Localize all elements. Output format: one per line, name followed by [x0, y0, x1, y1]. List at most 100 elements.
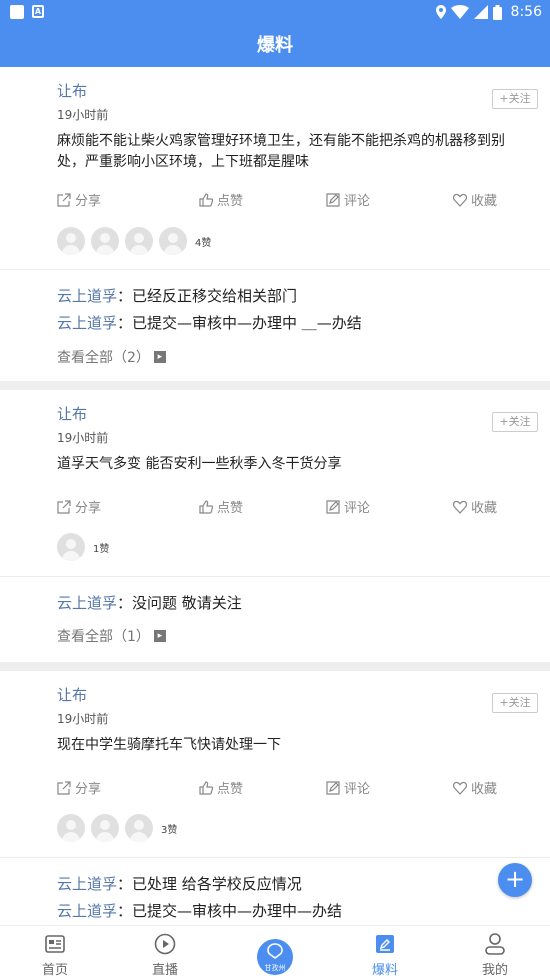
tab-label: 首页: [41, 963, 68, 978]
reply-author[interactable]: 云上道孚: [57, 875, 117, 893]
follow-button[interactable]: +关注: [492, 89, 538, 109]
user-icon: [485, 933, 505, 955]
comment-button[interactable]: 评论: [326, 190, 370, 209]
play-icon: [154, 933, 176, 955]
tab-mine[interactable]: 我的: [455, 932, 535, 978]
reply-author[interactable]: 云上道孚: [57, 287, 117, 305]
favorite-button[interactable]: 收藏: [453, 190, 497, 209]
wifi-icon: [450, 5, 469, 19]
like-label: 点赞: [217, 194, 244, 209]
likes-count: 3赞: [161, 824, 178, 836]
thumbs-up-icon: [199, 780, 213, 795]
post-time: 19小时前: [57, 712, 109, 726]
view-all-label: 查看全部（1）: [57, 629, 150, 645]
share-button[interactable]: 分享: [57, 497, 101, 516]
home-news-icon: [45, 935, 65, 953]
liker-avatars-2: 1赞: [57, 533, 109, 561]
avatar[interactable]: [159, 227, 187, 255]
reply-item: 云上道孚：已提交—审核中—办理中 ＿—办结: [57, 314, 362, 332]
section-gap: [0, 381, 550, 390]
location-icon: [435, 5, 446, 19]
post-content: 现在中学生骑摩托车飞快请处理一下: [57, 737, 281, 753]
avatar[interactable]: [125, 814, 153, 842]
divider: [0, 269, 550, 270]
avatar[interactable]: [57, 227, 85, 255]
share-button[interactable]: 分享: [57, 190, 101, 209]
reply-author[interactable]: 云上道孚: [57, 902, 117, 920]
avatar[interactable]: [125, 227, 153, 255]
tab-home[interactable]: 首页: [15, 932, 95, 978]
avatar[interactable]: [91, 227, 119, 255]
post-content: 道孚天气多变 能否安利一些秋季入冬干货分享: [57, 456, 342, 472]
like-label: 点赞: [217, 782, 244, 797]
avatar[interactable]: [57, 533, 85, 561]
battery-icon: [492, 4, 502, 20]
post-card[interactable]: 让布 19小时前 +关注 麻烦能不能让柴火鸡家管理好环境卫生，还有能不能把杀鸡的…: [0, 67, 550, 381]
post-author[interactable]: 让布: [57, 684, 87, 705]
reply-text: 已经反正移交给相关部门: [132, 287, 298, 305]
avatar[interactable]: [57, 814, 85, 842]
center-logo-icon: [267, 943, 283, 959]
follow-button[interactable]: +关注: [492, 693, 538, 713]
post-time: 19小时前: [57, 108, 109, 122]
view-all-replies[interactable]: 查看全部（2） ▸: [57, 347, 166, 367]
page-title: 爆料: [0, 24, 550, 67]
signal-icon: [473, 5, 488, 19]
reply-item: 云上道孚：已处理 给各学校反应情况: [57, 875, 302, 893]
reply-author[interactable]: 云上道孚: [57, 314, 117, 332]
reply-author[interactable]: 云上道孚: [57, 594, 117, 612]
heart-icon: [453, 193, 467, 207]
comment-button[interactable]: 评论: [326, 778, 370, 797]
comment-edit-icon: [326, 192, 340, 207]
feed-list[interactable]: 让布 19小时前 +关注 麻烦能不能让柴火鸡家管理好环境卫生，还有能不能把杀鸡的…: [0, 67, 550, 925]
post-author[interactable]: 让布: [57, 403, 87, 424]
thumbs-up-icon: [199, 499, 213, 514]
app-notification-icon: A: [32, 5, 44, 18]
avatar[interactable]: [91, 814, 119, 842]
heart-icon: [453, 781, 467, 795]
post-card[interactable]: 让布 19小时前 +关注 道孚天气多变 能否安利一些秋季入冬干货分享 分享 点赞…: [0, 390, 550, 662]
status-bar: A 8:56: [0, 0, 550, 24]
reply-text: 没问题 敬请关注: [132, 594, 242, 612]
comment-edit-icon: [326, 499, 340, 514]
post-author[interactable]: 让布: [57, 80, 87, 101]
liker-avatars: 3赞: [57, 814, 177, 842]
divider: [0, 857, 550, 858]
favorite-button[interactable]: 收藏: [453, 778, 497, 797]
favorite-label: 收藏: [471, 782, 498, 797]
reply-item: 云上道孚：没问题 敬请关注: [57, 594, 242, 612]
share-icon: [57, 499, 71, 514]
view-all-label: 查看全部（2）: [57, 350, 150, 366]
like-label: 点赞: [217, 501, 244, 516]
post-content: 麻烦能不能让柴火鸡家管理好环境卫生，还有能不能把杀鸡的机器移到别处，严重影响小区…: [57, 133, 505, 170]
view-all-replies[interactable]: 查看全部（1） ▸: [57, 626, 166, 646]
like-button[interactable]: 点赞: [199, 497, 243, 516]
tab-report[interactable]: 爆料: [345, 932, 425, 978]
section-gap: [0, 662, 550, 671]
post-card[interactable]: 让布 19小时前 +关注 现在中学生骑摩托车飞快请处理一下 分享 点赞 评论 收…: [0, 671, 550, 925]
favorite-label: 收藏: [471, 501, 498, 516]
share-button[interactable]: 分享: [57, 778, 101, 797]
reply-text: 已提交—审核中—办理中—办结: [132, 902, 343, 920]
favorite-label: 收藏: [471, 194, 498, 209]
post-actions: 分享 点赞 评论 收藏: [57, 190, 507, 210]
tab-label: 爆料: [371, 963, 398, 978]
like-button[interactable]: 点赞: [199, 778, 243, 797]
comment-label: 评论: [344, 501, 371, 516]
center-logo-button[interactable]: 甘孜州: [257, 939, 293, 975]
comment-label: 评论: [344, 782, 371, 797]
reply-item: 云上道孚：已提交—审核中—办理中—办结: [57, 902, 343, 920]
notification-icon: [10, 5, 24, 19]
comment-button[interactable]: 评论: [326, 497, 370, 516]
add-post-button[interactable]: +: [498, 863, 532, 897]
follow-button[interactable]: +关注: [492, 412, 538, 432]
comment-label: 评论: [344, 194, 371, 209]
tab-live[interactable]: 直播: [125, 932, 205, 978]
like-button[interactable]: 点赞: [199, 190, 243, 209]
post-time: 19小时前: [57, 431, 109, 445]
edit-icon: [376, 935, 394, 953]
bottom-tab-bar: 首页 直播 甘孜州 爆料 我的: [0, 925, 550, 978]
post-actions: 分享 点赞 评论 收藏: [57, 497, 507, 517]
favorite-button[interactable]: 收藏: [453, 497, 497, 516]
arrow-right-icon: ▸: [153, 630, 166, 642]
